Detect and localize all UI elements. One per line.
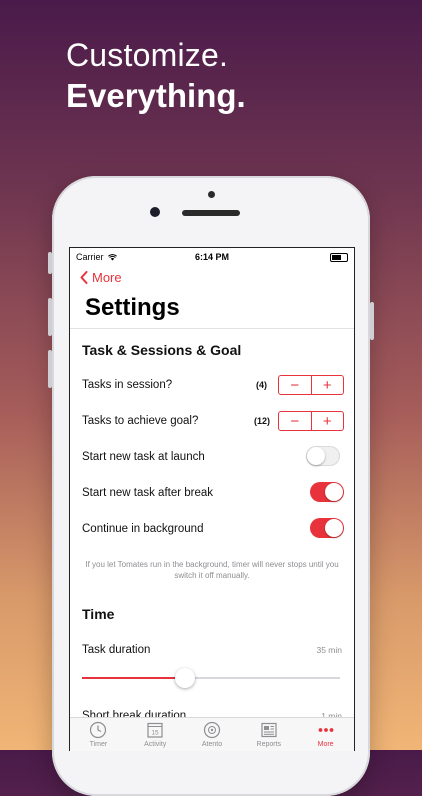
task-duration-value: 35 min <box>316 645 342 655</box>
status-bar: Carrier 6:14 PM <box>70 248 354 266</box>
start-at-launch-toggle[interactable] <box>306 446 340 466</box>
tab-reports[interactable]: Reports <box>240 718 297 751</box>
decrement-button[interactable]: − <box>279 376 311 394</box>
continue-background-toggle[interactable] <box>310 518 344 538</box>
tasks-goal-stepper[interactable]: − + <box>278 411 344 431</box>
tab-label: More <box>317 741 334 748</box>
tab-activity[interactable]: 15 Activity <box>127 718 184 751</box>
continue-background-label: Continue in background <box>82 523 204 535</box>
more-dots-icon <box>318 728 333 732</box>
atento-icon <box>203 721 221 739</box>
section-header-task: Task & Sessions & Goal <box>82 342 242 358</box>
volume-up-button <box>48 298 52 336</box>
start-after-break-toggle[interactable] <box>310 482 344 502</box>
tab-label: Atento <box>201 741 223 748</box>
task-duration-label: Task duration <box>82 644 151 656</box>
clock-icon <box>90 721 107 739</box>
tab-label: Activity <box>144 741 167 748</box>
tab-more[interactable]: More <box>297 718 354 751</box>
newspaper-icon <box>261 722 277 738</box>
earpiece-speaker <box>182 210 240 216</box>
slider-knob[interactable] <box>175 668 196 688</box>
calendar-icon: 15 <box>147 722 163 738</box>
back-button[interactable]: More <box>80 270 122 285</box>
back-label: More <box>92 270 122 285</box>
decrement-button[interactable]: − <box>279 412 311 430</box>
tasks-goal-label: Tasks to achieve goal? <box>82 415 199 427</box>
tasks-goal-count: (12) <box>254 416 271 426</box>
power-button <box>370 302 374 340</box>
front-camera <box>150 207 160 217</box>
volume-down-button <box>48 350 52 388</box>
nav-divider <box>70 328 354 329</box>
tab-bar: Timer 15 Activity Atento Reports More <box>70 717 354 751</box>
app-screen: Carrier 6:14 PM More Settings Task & Ses… <box>69 247 355 751</box>
toggle-knob <box>325 519 343 537</box>
tab-label: Reports <box>256 741 282 748</box>
svg-text:15: 15 <box>152 730 160 737</box>
mute-switch <box>48 252 52 274</box>
toggle-knob <box>325 483 343 501</box>
battery-icon <box>330 253 348 262</box>
slider-fill <box>82 677 186 679</box>
start-at-launch-label: Start new task at launch <box>82 451 205 463</box>
task-duration-slider[interactable] <box>82 668 340 688</box>
proximity-sensor <box>208 191 215 198</box>
toggle-knob <box>307 447 325 465</box>
tasks-in-session-stepper[interactable]: − + <box>278 375 344 395</box>
status-time: 6:14 PM <box>194 252 229 262</box>
page-title: Settings <box>85 294 180 321</box>
increment-button[interactable]: + <box>310 412 344 430</box>
background-note: If you let Tomates run in the background… <box>85 560 339 580</box>
chevron-left-icon <box>80 271 88 284</box>
tab-timer[interactable]: Timer <box>70 718 127 751</box>
headline: Customize. Everything. <box>66 36 246 116</box>
tab-atento[interactable]: Atento <box>184 718 241 751</box>
increment-button[interactable]: + <box>310 376 344 394</box>
headline-line-2: Everything. <box>66 77 246 114</box>
tab-label: Timer <box>89 741 108 748</box>
tasks-in-session-label: Tasks in session? <box>82 379 173 391</box>
headline-line-1: Customize. <box>66 37 229 73</box>
start-after-break-label: Start new task after break <box>82 487 214 499</box>
section-header-time: Time <box>82 606 115 622</box>
tasks-in-session-count: (4) <box>256 380 267 390</box>
